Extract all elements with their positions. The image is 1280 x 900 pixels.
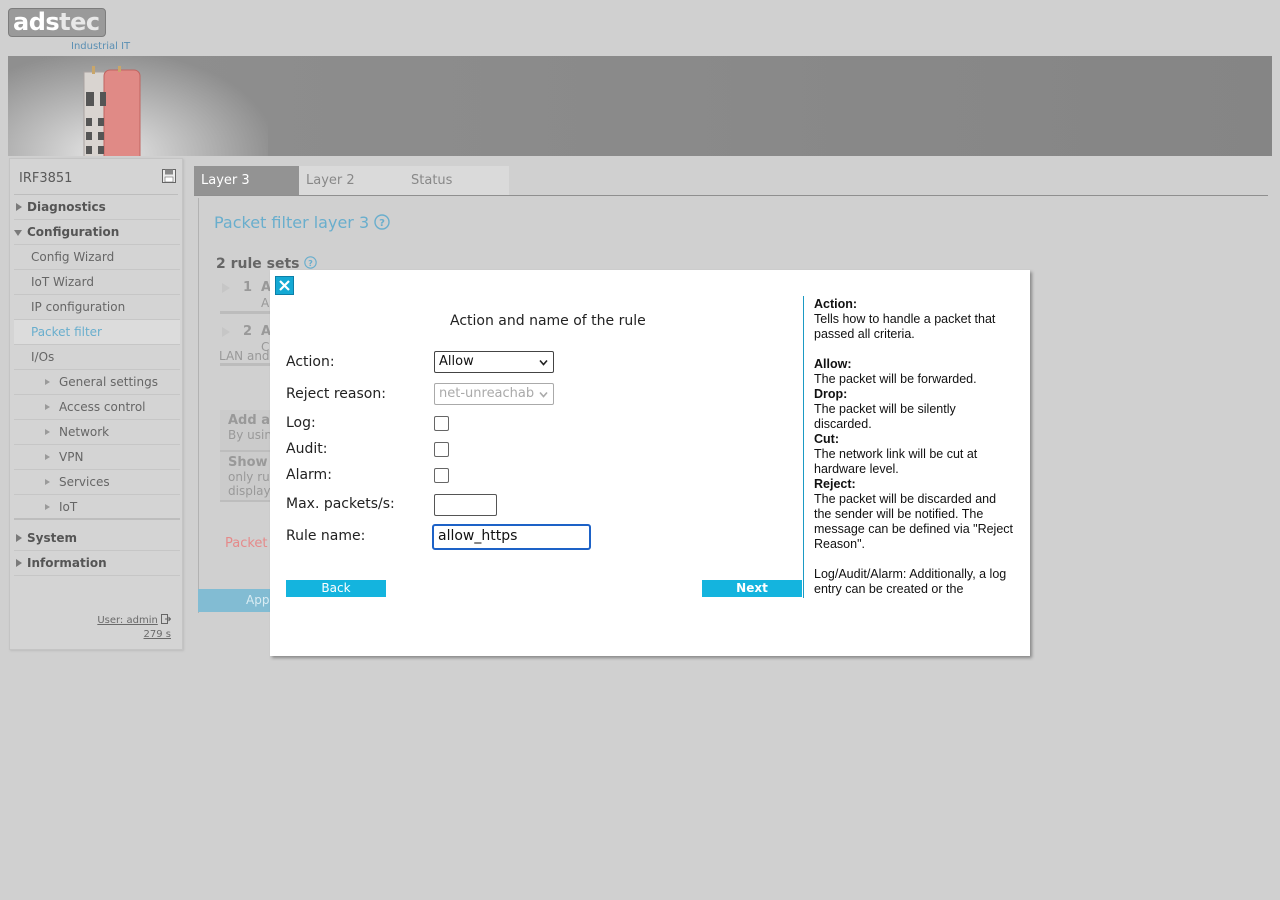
svg-text:?: ? bbox=[379, 218, 385, 229]
device-name: IRF3851 bbox=[19, 171, 73, 186]
help-log-text: Log/Audit/Alarm: Additionally, a log ent… bbox=[814, 567, 1007, 596]
sidebar-item-config-wizard[interactable]: Config Wizard bbox=[14, 245, 180, 270]
sidebar-item-access-control[interactable]: Access control bbox=[14, 395, 180, 420]
sidebar-item-iot[interactable]: IoT bbox=[14, 495, 180, 520]
expand-arrow-icon bbox=[222, 327, 230, 337]
expand-arrow-icon bbox=[45, 404, 50, 410]
tab-status[interactable]: Status bbox=[404, 166, 509, 196]
help-icon[interactable]: ? bbox=[304, 256, 318, 269]
apply-button[interactable]: Appl bbox=[198, 589, 278, 612]
session-timer: 279 s bbox=[143, 629, 171, 640]
expand-arrow-icon bbox=[45, 379, 50, 385]
rule-name-input[interactable]: allow_https bbox=[432, 524, 591, 550]
rule-name-label: Rule name: bbox=[286, 528, 366, 544]
reject-reason-label: Reject reason: bbox=[286, 386, 386, 402]
action-label: Action: bbox=[286, 354, 335, 370]
sidebar-footer: User: admin 279 s bbox=[97, 614, 171, 642]
adstec-logo: adstec Industrial IT bbox=[8, 8, 138, 56]
sidebar-item-vpn[interactable]: VPN bbox=[14, 445, 180, 470]
expand-arrow-icon bbox=[222, 283, 230, 293]
save-icon[interactable] bbox=[162, 169, 176, 183]
expand-arrow-icon bbox=[45, 429, 50, 435]
sidebar-item-network[interactable]: Network bbox=[14, 420, 180, 445]
audit-label: Audit: bbox=[286, 441, 328, 457]
add-rule-set-block[interactable]: Add a By usin bbox=[220, 410, 276, 452]
help-cut-text: The network link will be cut at hardware… bbox=[814, 447, 978, 476]
page-title: Packet filter layer 3 ? bbox=[214, 213, 390, 232]
tab-layer-2[interactable]: Layer 2 bbox=[299, 166, 404, 196]
expand-arrow-icon bbox=[45, 479, 50, 485]
content-border bbox=[198, 198, 199, 613]
help-panel: Action: Tells how to handle a packet tha… bbox=[814, 297, 1014, 597]
help-allow-title: Allow: bbox=[814, 357, 852, 371]
close-icon bbox=[279, 280, 290, 291]
user-logout-link[interactable]: User: admin bbox=[97, 615, 158, 626]
log-label: Log: bbox=[286, 415, 316, 431]
help-allow-text: The packet will be forwarded. bbox=[814, 372, 977, 386]
close-button[interactable] bbox=[275, 276, 294, 295]
max-packets-label: Max. packets/s: bbox=[286, 496, 395, 512]
expand-arrow-icon bbox=[16, 203, 22, 211]
help-action-title: Action: bbox=[814, 297, 858, 311]
show-rules-block[interactable]: Show only ru display bbox=[220, 452, 276, 502]
help-action-text: Tells how to handle a packet that passed… bbox=[814, 312, 996, 341]
help-cut-title: Cut: bbox=[814, 432, 839, 446]
expand-arrow-icon bbox=[16, 534, 22, 542]
next-button[interactable]: Next bbox=[702, 580, 802, 597]
chevron-down-icon bbox=[539, 391, 548, 398]
sidebar-item-general-settings[interactable]: General settings bbox=[14, 370, 180, 395]
dialog-divider bbox=[803, 296, 804, 598]
alarm-label: Alarm: bbox=[286, 467, 332, 483]
help-reject-text: The packet will be discarded and the sen… bbox=[814, 492, 1013, 551]
sidebar-item-services[interactable]: Services bbox=[14, 470, 180, 495]
expand-arrow-icon bbox=[16, 559, 22, 567]
help-drop-text: The packet will be silently discarded. bbox=[814, 402, 956, 431]
expand-arrow-icon bbox=[45, 504, 50, 510]
sidebar-item-system[interactable]: System bbox=[14, 526, 180, 551]
router-device-image bbox=[83, 66, 141, 156]
action-select[interactable]: Allow bbox=[434, 351, 554, 373]
sidebar-item-diagnostics[interactable]: Diagnostics bbox=[14, 195, 180, 220]
back-button[interactable]: Back bbox=[286, 580, 386, 597]
packet-warning-text: Packet bbox=[225, 536, 268, 551]
help-reject-title: Reject: bbox=[814, 477, 856, 491]
tab-underline bbox=[194, 195, 1268, 196]
chevron-down-icon bbox=[539, 359, 548, 366]
help-icon[interactable]: ? bbox=[374, 214, 390, 230]
sidebar: IRF3851 Diagnostics Configuration Config… bbox=[9, 158, 183, 650]
logo-subtitle: Industrial IT bbox=[71, 41, 131, 52]
reject-reason-select: net-unreachab bbox=[434, 383, 554, 405]
svg-text:?: ? bbox=[309, 258, 314, 268]
logo-text-tec: tec bbox=[59, 8, 100, 36]
sidebar-header: IRF3851 bbox=[14, 159, 178, 195]
log-checkbox[interactable] bbox=[434, 416, 449, 431]
sidebar-item-packet-filter[interactable]: Packet filter bbox=[14, 320, 180, 345]
rule-wizard-dialog: Action and name of the rule Action: Allo… bbox=[270, 270, 1030, 656]
sidebar-item-configuration[interactable]: Configuration bbox=[14, 220, 180, 245]
expand-arrow-icon bbox=[45, 454, 50, 460]
logo-text-ads: ads bbox=[13, 8, 60, 36]
logo-mark: adstec bbox=[8, 8, 106, 37]
audit-checkbox[interactable] bbox=[434, 442, 449, 457]
header-banner bbox=[8, 56, 1272, 156]
dialog-heading: Action and name of the rule bbox=[450, 313, 646, 329]
alarm-checkbox[interactable] bbox=[434, 468, 449, 483]
logout-icon[interactable] bbox=[161, 614, 171, 624]
rule-set-description: LAN and bbox=[219, 349, 270, 363]
help-drop-title: Drop: bbox=[814, 387, 848, 401]
sidebar-item-ios[interactable]: I/Os bbox=[14, 345, 180, 370]
sidebar-item-information[interactable]: Information bbox=[14, 551, 180, 576]
sidebar-item-ip-configuration[interactable]: IP configuration bbox=[14, 295, 180, 320]
collapse-arrow-icon bbox=[14, 230, 22, 236]
tab-layer-3[interactable]: Layer 3 bbox=[194, 166, 299, 196]
sidebar-item-iot-wizard[interactable]: IoT Wizard bbox=[14, 270, 180, 295]
max-packets-input[interactable] bbox=[434, 494, 497, 516]
